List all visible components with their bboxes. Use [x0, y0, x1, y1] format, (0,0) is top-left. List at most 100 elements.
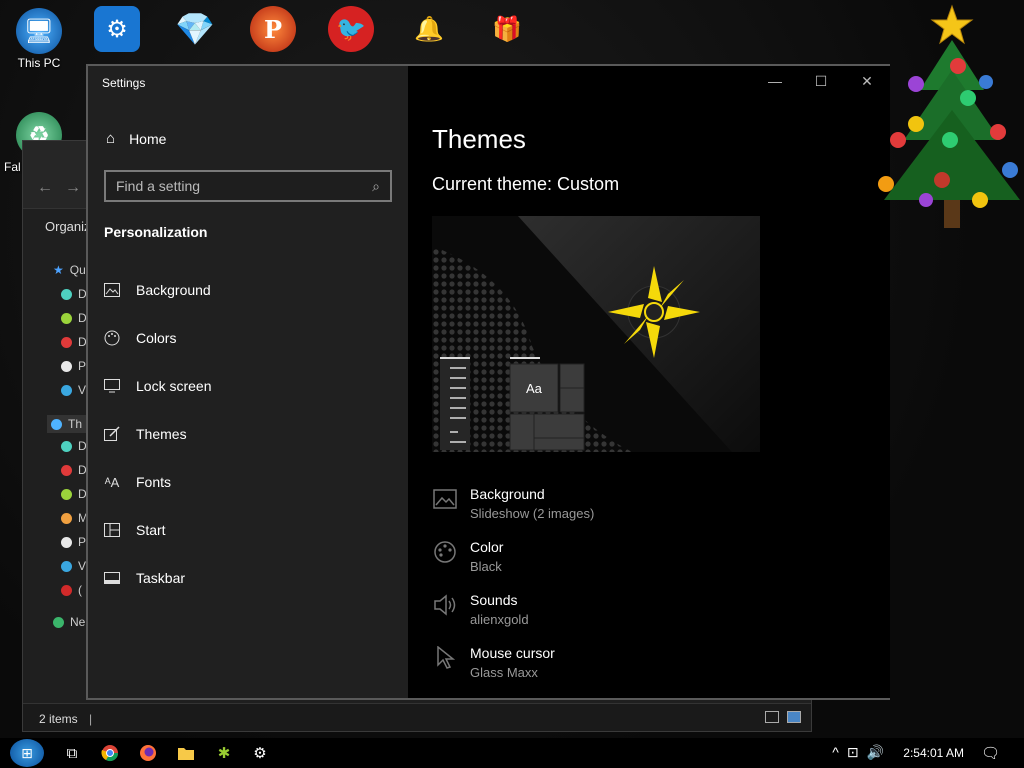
tree-item[interactable]: D [61, 287, 87, 301]
cone-icon: 🔔 [414, 15, 444, 43]
network-icon[interactable]: ⊡ [847, 744, 859, 761]
chevron-up-icon[interactable]: ^ [832, 744, 839, 761]
tree-item-network[interactable]: Ne [53, 615, 85, 629]
theme-preview-image [432, 216, 760, 452]
taskbar-chrome[interactable] [98, 741, 122, 765]
computer-icon [51, 418, 62, 430]
ornament-icon [61, 336, 72, 348]
theme-prop-background[interactable]: Background Slideshow (2 images) [432, 486, 594, 521]
sidebar-item-colors[interactable]: Colors [104, 330, 176, 346]
theme-prop-sounds[interactable]: Sounds alienxgold [432, 592, 529, 627]
search-icon[interactable]: ⌕ [372, 178, 380, 195]
tree-item[interactable]: M [61, 511, 88, 525]
desktop-icon-settings[interactable]: ⚙ [82, 6, 152, 54]
system-tray: ^ ⊡ 🔊 [832, 744, 884, 761]
tree-item[interactable]: V [61, 383, 86, 397]
tree-item[interactable]: P [61, 359, 86, 373]
theme-preview[interactable]: Aa [432, 216, 760, 452]
ornament-icon [61, 384, 72, 396]
gear-icon: ⚙ [94, 6, 140, 52]
search-box[interactable]: ⌕ [104, 170, 392, 202]
forward-arrow-icon[interactable]: → [65, 179, 81, 197]
desktop-icon-gem[interactable]: 💎 [160, 6, 230, 54]
organize-menu[interactable]: Organiz [45, 219, 91, 234]
gift-icon: 🎁 [492, 15, 522, 43]
windows-logo-icon: ⊞ [21, 744, 33, 761]
task-view-icon: ⧉ [66, 744, 78, 762]
chrome-icon [101, 745, 119, 762]
sidebar-item-themes[interactable]: Themes [104, 426, 187, 442]
action-center-icon[interactable]: 🗨 [981, 744, 1000, 762]
settings-window[interactable]: Settings ⌂ Home ⌕ Personalization Backgr… [86, 64, 890, 700]
tree-item[interactable]: D [61, 463, 87, 477]
taskbar-settings[interactable]: ⚙ [248, 741, 272, 765]
palette-icon [104, 330, 120, 346]
search-input[interactable] [116, 178, 373, 194]
taskbar-game-app[interactable]: ✱ [212, 741, 236, 765]
network-icon [53, 616, 64, 628]
sidebar-item-lock-screen[interactable]: Lock screen [104, 378, 211, 394]
ornament-icon [61, 488, 72, 500]
volume-icon[interactable]: 🔊 [867, 744, 884, 761]
sidebar-item-taskbar[interactable]: Taskbar [104, 570, 185, 586]
task-view-button[interactable]: ⧉ [60, 741, 84, 765]
ornament-icon [61, 360, 72, 372]
christmas-tree-decoration [878, 4, 1020, 228]
firefox-icon [140, 745, 156, 761]
folder-icon [178, 748, 194, 760]
font-icon: ᴬA [104, 474, 120, 490]
desktop-icon-angry-birds[interactable]: 🐦 [316, 6, 386, 54]
taskbar-firefox[interactable] [136, 741, 160, 765]
item-count: 2 items [39, 712, 78, 726]
tree-item[interactable]: D [61, 439, 87, 453]
ornament-icon [61, 464, 72, 476]
desktop-icon-p-app[interactable]: P [238, 6, 308, 54]
tree-item[interactable]: D [61, 335, 87, 349]
details-view-icon[interactable] [765, 711, 779, 723]
sidebar-item-start[interactable]: Start [104, 522, 166, 538]
ornament-icon [61, 440, 72, 452]
start-button[interactable]: ⊞ [10, 739, 44, 767]
tree-item[interactable]: P [61, 535, 86, 549]
sidebar-item-background[interactable]: Background [104, 282, 211, 298]
settings-content: — ☐ ✕ Themes Current theme: Custom Aa Ba… [408, 66, 890, 698]
explorer-status-bar: 2 items | [23, 703, 811, 731]
clock[interactable]: 2:54:01 AM [903, 746, 964, 760]
taskbar-file-explorer[interactable] [174, 741, 198, 765]
sidebar-item-fonts[interactable]: ᴬA Fonts [104, 474, 171, 490]
bird-icon: 🐦 [328, 6, 374, 52]
tree-item[interactable]: ( [61, 583, 82, 597]
monitor-icon [104, 378, 120, 394]
p-logo-icon: P [250, 6, 296, 52]
tree-item-this-pc[interactable]: Th [47, 415, 91, 433]
tree-item[interactable]: V [61, 559, 86, 573]
tree-item[interactable]: D [61, 487, 87, 501]
window-title: Settings [102, 76, 146, 90]
picture-icon [432, 486, 458, 512]
settings-sidebar: Settings ⌂ Home ⌕ Personalization Backgr… [88, 66, 408, 698]
theme-prop-mouse-cursor[interactable]: Mouse cursor Glass Maxx [432, 645, 555, 680]
taskbar-icon [104, 570, 120, 586]
diamond-icon: 💎 [175, 11, 215, 47]
maximize-button[interactable]: ☐ [798, 66, 844, 96]
speaker-icon [432, 592, 458, 618]
ornament-icon [61, 312, 72, 324]
current-theme-label: Current theme: Custom [432, 174, 620, 194]
ornament-icon [61, 584, 72, 596]
picture-icon [104, 282, 120, 298]
desktop-icon-this-pc[interactable]: 🖥 This PC [4, 8, 74, 70]
star-icon: ★ [53, 263, 64, 277]
ornament-icon [61, 288, 72, 300]
minimize-button[interactable]: — [752, 66, 798, 96]
desktop-icon-gift[interactable]: 🎁 [472, 6, 542, 54]
tree-item-quick-access[interactable]: ★ Qu [53, 263, 86, 277]
taskbar: ⊞ ⧉ ✱ ⚙ ^ ⊡ 🔊 2:54:01 AM 🗨 [0, 738, 1024, 768]
tree-item[interactable]: D [61, 311, 87, 325]
home-nav-item[interactable]: ⌂ Home [106, 130, 166, 147]
back-arrow-icon[interactable]: ← [37, 179, 53, 197]
cursor-icon [432, 645, 458, 671]
large-icons-view-icon[interactable] [787, 711, 801, 723]
game-icon: ✱ [217, 745, 231, 762]
theme-prop-color[interactable]: Color Black [432, 539, 503, 574]
desktop-icon-vlc[interactable]: 🔔 [394, 6, 464, 54]
